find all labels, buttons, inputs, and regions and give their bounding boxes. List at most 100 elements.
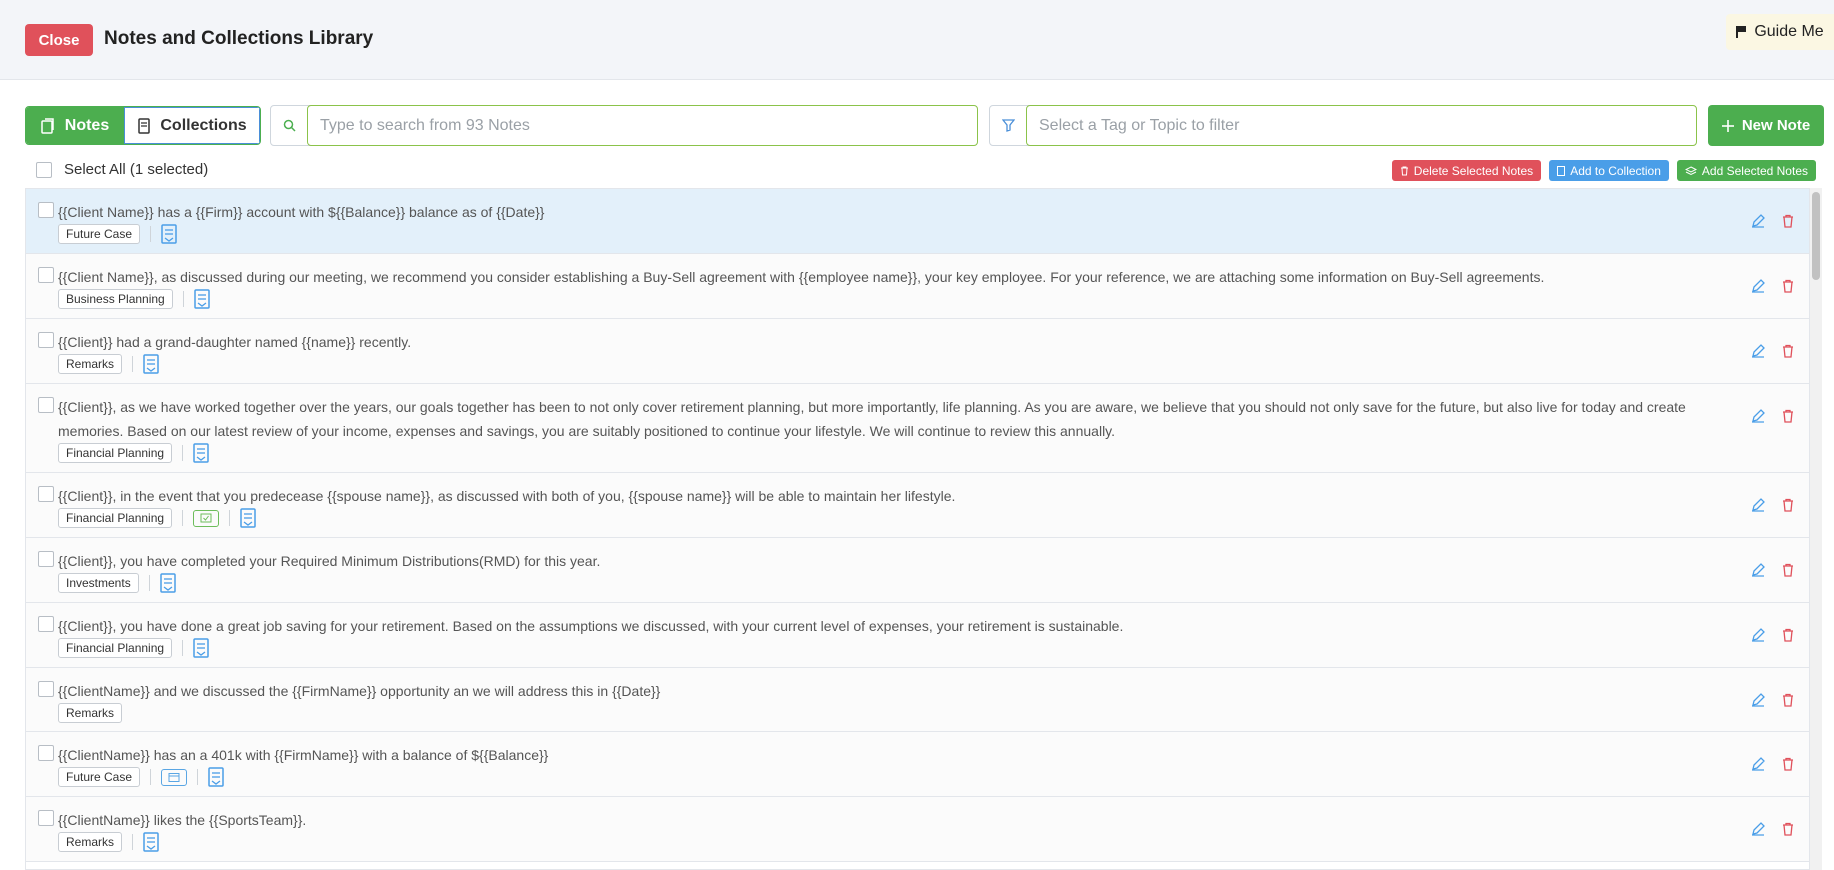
- note-tag[interactable]: Business Planning: [58, 289, 173, 309]
- select-all-checkbox[interactable]: [36, 161, 52, 178]
- note-row[interactable]: {{Client}}, you have completed your Requ…: [26, 538, 1809, 603]
- note-row[interactable]: {{ClientName}} likes the {{SportsTeam}}.…: [26, 797, 1809, 862]
- document-icon[interactable]: [208, 767, 224, 787]
- filter-icon: [990, 106, 1026, 145]
- divider: [182, 291, 184, 307]
- note-checkbox[interactable]: [38, 616, 54, 632]
- delete-selected-button[interactable]: Delete Selected Notes: [1391, 160, 1542, 181]
- edit-icon[interactable]: [1751, 214, 1765, 228]
- divider: [197, 769, 199, 785]
- note-tag[interactable]: Investments: [58, 573, 139, 593]
- note-row[interactable]: {{Client}}, you have done a great job sa…: [26, 603, 1809, 668]
- note-row[interactable]: {{Client Name}} has a {{Firm}} account w…: [26, 189, 1809, 254]
- tag-filter-select[interactable]: Select a Tag or Topic to filter: [1026, 105, 1697, 146]
- list-scrollbar[interactable]: [1810, 188, 1822, 870]
- delete-icon[interactable]: [1781, 498, 1795, 512]
- note-meta: Remarks: [58, 832, 159, 852]
- divider: [182, 510, 184, 526]
- document-icon[interactable]: [159, 573, 176, 593]
- note-tag[interactable]: Financial Planning: [58, 443, 173, 463]
- tab-collections[interactable]: Collections: [124, 107, 260, 144]
- delete-icon[interactable]: [1781, 279, 1795, 293]
- note-checkbox[interactable]: [38, 397, 54, 413]
- delete-icon[interactable]: [1781, 344, 1795, 358]
- delete-icon[interactable]: [1781, 822, 1795, 836]
- note-meta: Future Case: [58, 767, 224, 787]
- new-note-label: New Note: [1741, 117, 1811, 134]
- note-tag[interactable]: Future Case: [58, 224, 141, 244]
- document-icon[interactable]: [193, 443, 209, 463]
- edit-icon[interactable]: [1751, 409, 1765, 423]
- note-row[interactable]: {{Client}}, as we have worked together o…: [26, 384, 1809, 473]
- note-row[interactable]: {{Client}}, in the event that you predec…: [26, 473, 1809, 538]
- document-icon[interactable]: [193, 638, 209, 658]
- edit-icon[interactable]: [1751, 757, 1765, 771]
- note-checkbox[interactable]: [38, 745, 54, 761]
- note-row[interactable]: {{ClientName}} has an a 401k with {{Firm…: [26, 732, 1809, 797]
- checklist-icon[interactable]: [193, 509, 220, 527]
- edit-icon[interactable]: [1751, 498, 1765, 512]
- delete-icon[interactable]: [1781, 563, 1795, 577]
- new-note-button[interactable]: New Note: [1708, 105, 1824, 146]
- note-text: {{Client}}, in the event that you predec…: [58, 488, 956, 504]
- notes-icon: [41, 117, 54, 134]
- search-icon: [271, 106, 307, 145]
- close-button[interactable]: Close: [25, 24, 93, 56]
- note-tag[interactable]: Financial Planning: [58, 638, 173, 658]
- note-meta: Remarks: [58, 354, 159, 374]
- delete-icon[interactable]: [1781, 757, 1795, 771]
- divider: [148, 575, 150, 591]
- calendar-icon[interactable]: [161, 768, 188, 786]
- plus-icon: [1721, 119, 1734, 132]
- tab-notes-label: Notes: [64, 116, 110, 134]
- note-checkbox[interactable]: [38, 267, 54, 283]
- note-checkbox[interactable]: [38, 486, 54, 502]
- tab-notes[interactable]: Notes: [26, 107, 124, 144]
- tab-collections-label: Collections: [160, 116, 247, 134]
- edit-icon[interactable]: [1751, 563, 1765, 577]
- document-icon[interactable]: [193, 289, 210, 309]
- guide-me-label: Guide Me: [1754, 23, 1824, 40]
- edit-icon[interactable]: [1751, 822, 1765, 836]
- delete-icon[interactable]: [1781, 214, 1795, 228]
- delete-selected-label: Delete Selected Notes: [1413, 163, 1534, 178]
- page-title: Notes and Collections Library: [104, 28, 374, 49]
- divider: [182, 445, 184, 461]
- delete-icon[interactable]: [1781, 693, 1795, 707]
- note-tag[interactable]: Remarks: [58, 703, 123, 723]
- edit-icon[interactable]: [1751, 279, 1765, 293]
- note-meta: Remarks: [58, 703, 123, 723]
- note-checkbox[interactable]: [38, 810, 54, 826]
- guide-me-button[interactable]: Guide Me: [1726, 14, 1834, 50]
- scrollbar-thumb[interactable]: [1812, 192, 1820, 280]
- header-bar: Close Notes and Collections Library Guid…: [0, 0, 1834, 80]
- divider: [132, 834, 134, 850]
- note-checkbox[interactable]: [38, 551, 54, 567]
- add-selected-notes-button[interactable]: Add Selected Notes: [1676, 160, 1816, 181]
- search-box: [270, 105, 978, 146]
- note-tag[interactable]: Remarks: [58, 832, 123, 852]
- note-checkbox[interactable]: [38, 681, 54, 697]
- note-checkbox[interactable]: [38, 202, 54, 218]
- delete-icon[interactable]: [1781, 409, 1795, 423]
- edit-icon[interactable]: [1751, 693, 1765, 707]
- document-icon[interactable]: [143, 354, 159, 374]
- note-row[interactable]: {{Client}} had a grand-daughter named {{…: [26, 319, 1809, 384]
- document-icon[interactable]: [240, 508, 256, 528]
- document-icon[interactable]: [161, 224, 177, 244]
- note-tag[interactable]: Remarks: [58, 354, 123, 374]
- note-row[interactable]: {{ClientName}} and we discussed the {{Fi…: [26, 668, 1809, 732]
- note-row[interactable]: {{Client Name}}, as discussed during our…: [26, 254, 1809, 319]
- note-text: {{Client}}, you have done a great job sa…: [58, 618, 1124, 634]
- document-icon[interactable]: [143, 832, 159, 852]
- delete-icon[interactable]: [1781, 628, 1795, 642]
- note-tag[interactable]: Financial Planning: [58, 508, 173, 528]
- note-tag[interactable]: Future Case: [58, 767, 141, 787]
- edit-icon[interactable]: [1751, 628, 1765, 642]
- note-checkbox[interactable]: [38, 332, 54, 348]
- search-input[interactable]: [307, 105, 978, 146]
- edit-icon[interactable]: [1751, 344, 1765, 358]
- note-text: {{ClientName}} and we discussed the {{Fi…: [58, 683, 661, 699]
- add-to-collection-button[interactable]: Add to Collection: [1549, 160, 1669, 181]
- tag-filter-box: Select a Tag or Topic to filter: [989, 105, 1697, 146]
